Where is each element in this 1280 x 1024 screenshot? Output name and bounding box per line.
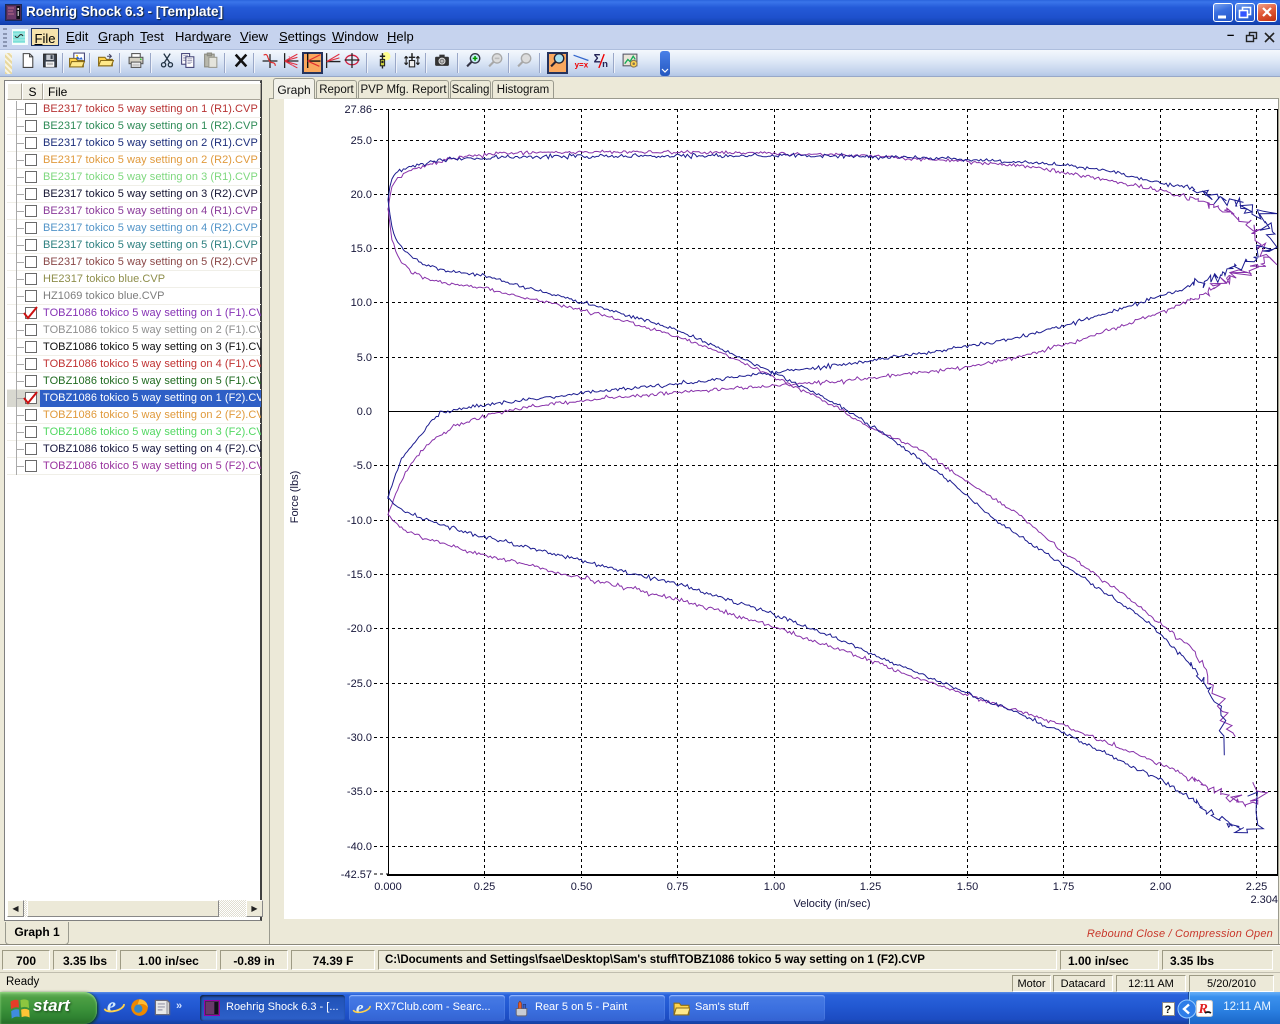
svg-text:20.0: 20.0: [351, 189, 372, 201]
svg-text:2.00: 2.00: [1150, 881, 1171, 893]
svg-text:?: ?: [1165, 1004, 1172, 1016]
svg-text:0.50: 0.50: [571, 881, 592, 893]
svg-text:0.0: 0.0: [357, 406, 372, 418]
svg-text:y=x: y=x: [574, 60, 588, 69]
svg-text:-25.0: -25.0: [347, 678, 372, 690]
svg-text:-30.0: -30.0: [347, 732, 372, 744]
svg-text:25.0: 25.0: [351, 135, 372, 147]
svg-text:-35.0: -35.0: [347, 786, 372, 798]
svg-text:n: n: [602, 59, 608, 69]
svg-text:-20.0: -20.0: [347, 623, 372, 635]
svg-text:27.86: 27.86: [344, 104, 372, 116]
svg-text:2.25: 2.25: [1246, 881, 1267, 893]
svg-text:1.75: 1.75: [1053, 881, 1074, 893]
svg-text:10.0: 10.0: [351, 297, 372, 309]
svg-text:Σ: Σ: [593, 53, 600, 66]
svg-text:Force (lbs): Force (lbs): [289, 471, 301, 524]
svg-text:-10.0: -10.0: [347, 515, 372, 527]
svg-text:0.000: 0.000: [374, 881, 402, 893]
svg-text:-15.0: -15.0: [347, 569, 372, 581]
svg-text:1.25: 1.25: [860, 881, 881, 893]
svg-text:-42.57: -42.57: [341, 869, 372, 881]
svg-text:-40.0: -40.0: [347, 841, 372, 853]
svg-text:0.25: 0.25: [474, 881, 495, 893]
svg-text:5.0: 5.0: [357, 352, 372, 364]
svg-text:1.50: 1.50: [957, 881, 978, 893]
svg-text:15.0: 15.0: [351, 243, 372, 255]
svg-text:Velocity (in/sec): Velocity (in/sec): [793, 898, 870, 910]
svg-text:R: R: [1198, 1002, 1208, 1017]
svg-text:2.304: 2.304: [1250, 894, 1278, 906]
svg-text:-5.0: -5.0: [353, 460, 372, 472]
svg-text:0.75: 0.75: [667, 881, 688, 893]
svg-text:1.00: 1.00: [764, 881, 785, 893]
